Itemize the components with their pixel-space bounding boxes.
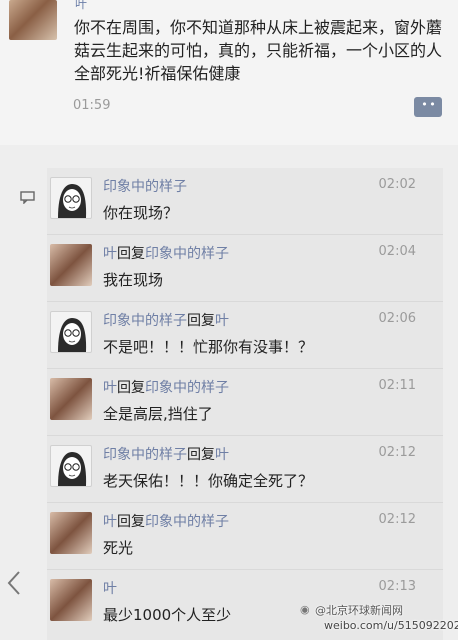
weibo-logo-icon: ◉	[300, 603, 310, 616]
commenter-name[interactable]: 印象中的样子回复叶	[103, 444, 229, 464]
post-time: 01:59	[73, 98, 111, 113]
comment-time: 02:12	[378, 445, 416, 460]
comment-time: 02:06	[378, 311, 416, 326]
comment-item[interactable]: 印象中的样子 02:02 你在现场？	[47, 168, 443, 235]
commenter-avatar[interactable]	[50, 177, 92, 219]
commenter-avatar[interactable]	[50, 579, 92, 621]
back-arrow-icon[interactable]	[6, 570, 22, 596]
comment-item[interactable]: 叶回复印象中的样子 02:11 全是高层,挡住了	[47, 369, 443, 436]
comment-item[interactable]: 印象中的样子回复叶 02:12 老天保佑！！！你确定全死了？	[47, 436, 443, 503]
commenter-name[interactable]: 印象中的样子	[103, 176, 187, 196]
watermark-handle: @北京环球新闻网	[315, 604, 403, 617]
comment-text: 你在现场？	[103, 204, 179, 222]
commenter-name[interactable]: 叶回复印象中的样子	[103, 243, 229, 263]
comment-time: 02:12	[378, 512, 416, 527]
commenter-avatar[interactable]	[50, 445, 92, 487]
comment-time: 02:04	[378, 244, 416, 259]
commenter-name[interactable]: 叶回复印象中的样子	[103, 511, 229, 531]
watermark-url: weibo.com/u/5150922029	[324, 619, 458, 632]
comment-text: 不是吧！！！忙那你有没事！？	[103, 338, 314, 356]
commenter-avatar[interactable]	[50, 378, 92, 420]
comment-time: 02:02	[378, 177, 416, 192]
comment-list: 印象中的样子 02:02 你在现场？ 叶回复印象中的样子 02:04 我在现场 …	[47, 168, 443, 640]
comment-text: 老天保佑！！！你确定全死了？	[103, 472, 314, 490]
post-author-name[interactable]: 叶	[75, 0, 87, 12]
comment-time: 02:13	[378, 579, 416, 594]
comment-text: 死光	[103, 539, 134, 557]
commenter-name[interactable]: 印象中的样子回复叶	[103, 310, 229, 330]
commenter-avatar[interactable]	[50, 311, 92, 353]
comment-item[interactable]: 叶回复印象中的样子 02:04 我在现场	[47, 235, 443, 302]
comment-text: 我在现场	[103, 271, 164, 289]
commenter-avatar[interactable]	[50, 244, 92, 286]
comment-text: 最少1000个人至少	[103, 606, 232, 624]
commenter-name[interactable]: 叶	[103, 578, 117, 598]
comment-more-button[interactable]	[414, 97, 442, 117]
commenter-avatar[interactable]	[50, 512, 92, 554]
comment-time: 02:11	[378, 378, 416, 393]
post-text: 你不在周围，你不知道那种从床上被震起来，窗外蘑菇云生起来的可怕，真的，只能祈福，…	[74, 18, 443, 83]
comment-bubble-icon	[20, 191, 35, 204]
moment-post: 叶 你不在周围，你不知道那种从床上被震起来，窗外蘑菇云生起来的可怕，真的，只能祈…	[0, 0, 458, 145]
comment-item[interactable]: 印象中的样子回复叶 02:06 不是吧！！！忙那你有没事！？	[47, 302, 443, 369]
post-author-avatar[interactable]	[9, 0, 57, 40]
comment-text: 全是高层,挡住了	[103, 405, 213, 423]
comment-item[interactable]: 叶回复印象中的样子 02:12 死光	[47, 503, 443, 570]
commenter-name[interactable]: 叶回复印象中的样子	[103, 377, 229, 397]
